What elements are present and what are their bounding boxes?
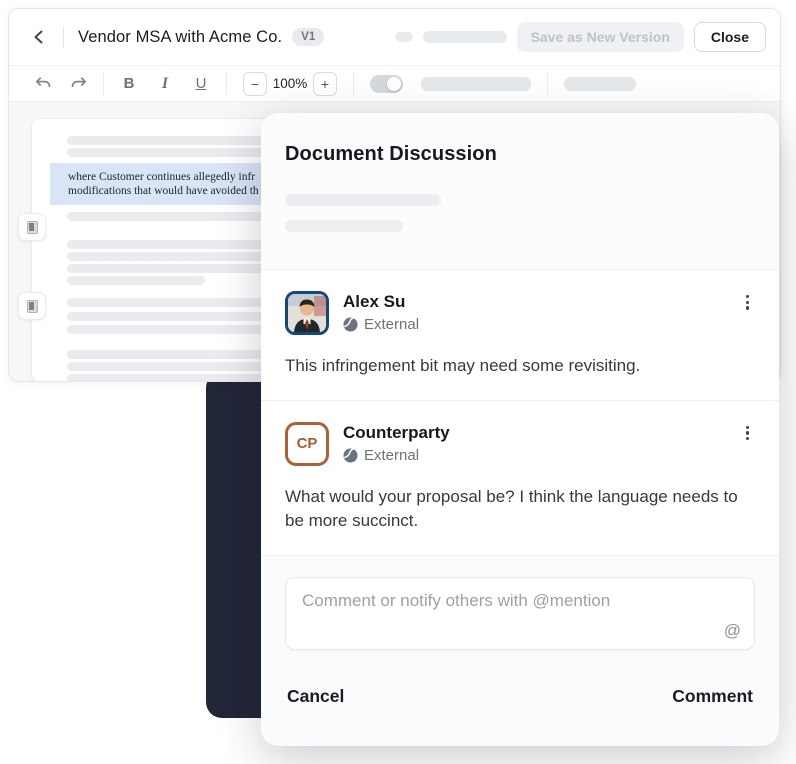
- topbar-divider: [63, 26, 64, 48]
- chevron-left-icon: [32, 30, 46, 44]
- undo-button[interactable]: [35, 77, 52, 91]
- bold-button[interactable]: B: [120, 75, 138, 92]
- discussion-panel: Document Discussion: [261, 113, 779, 746]
- comment-marker-button[interactable]: [18, 213, 46, 241]
- topbar-skeleton-small: [395, 32, 413, 42]
- save-as-new-version-button[interactable]: Save as New Version: [517, 22, 684, 52]
- comment-note-icon: [27, 221, 38, 234]
- undo-icon: [35, 77, 52, 91]
- avatar-initials: CP: [297, 435, 318, 452]
- text-skeleton-line: [67, 276, 205, 285]
- comment-marker-button[interactable]: [18, 292, 46, 320]
- topbar-skeleton-large: [423, 31, 507, 43]
- zoom-in-button[interactable]: +: [313, 72, 337, 96]
- version-badge: V1: [292, 28, 324, 46]
- comment-text: What would your proposal be? I think the…: [285, 485, 755, 534]
- toolbar-skeleton-2: [564, 77, 636, 91]
- toolbar-divider: [353, 73, 354, 95]
- zoom-out-button[interactable]: −: [243, 72, 267, 96]
- avatar-alex-su: [285, 291, 329, 335]
- comment-author: Counterparty: [343, 423, 450, 443]
- toolbar-toggle[interactable]: [370, 75, 403, 93]
- comment-text: This infringement bit may need some revi…: [285, 354, 755, 379]
- editor-topbar: Vendor MSA with Acme Co. V1 Save as New …: [9, 9, 780, 66]
- comment-composer: @: [285, 577, 755, 650]
- italic-button[interactable]: I: [156, 75, 174, 93]
- comment-composer-section: @ Cancel Comment: [261, 556, 779, 746]
- comment-author: Alex Su: [343, 292, 419, 312]
- underline-button[interactable]: U: [192, 75, 210, 92]
- comment-item: CP Counterparty External What would your…: [261, 401, 779, 556]
- avatar-counterparty: CP: [285, 422, 329, 466]
- toolbar-divider: [103, 73, 104, 95]
- header-skeleton-2: [285, 220, 403, 232]
- external-badge: External: [364, 447, 419, 464]
- document-title: Vendor MSA with Acme Co.: [78, 28, 282, 47]
- comment-item: Alex Su External This infringement bit m…: [261, 270, 779, 401]
- zoom-level: 100%: [267, 76, 313, 91]
- discussion-header: Document Discussion: [261, 113, 779, 270]
- close-button[interactable]: Close: [694, 22, 766, 52]
- comment-input[interactable]: [286, 578, 754, 649]
- comment-submit-button[interactable]: Comment: [670, 682, 755, 711]
- toolbar-divider: [547, 73, 548, 95]
- external-badge: External: [364, 316, 419, 333]
- globe-icon: [343, 448, 358, 463]
- panel-title: Document Discussion: [285, 143, 755, 166]
- comment-menu-button[interactable]: [740, 291, 755, 314]
- comment-menu-button[interactable]: [740, 422, 755, 445]
- toolbar-divider: [226, 73, 227, 95]
- comment-note-icon: [27, 300, 38, 313]
- globe-icon: [343, 317, 358, 332]
- redo-icon: [70, 77, 87, 91]
- header-skeleton-1: [285, 194, 441, 206]
- redo-button[interactable]: [70, 77, 87, 91]
- screen: Vendor MSA with Acme Co. V1 Save as New …: [0, 0, 796, 764]
- alex-su-photo: [288, 294, 326, 332]
- cancel-button[interactable]: Cancel: [285, 682, 346, 711]
- back-button[interactable]: [25, 23, 53, 51]
- toggle-knob: [387, 77, 401, 91]
- toolbar-skeleton-1: [421, 77, 531, 91]
- mention-icon[interactable]: @: [724, 621, 741, 641]
- editor-toolbar: B I U − 100% +: [9, 66, 780, 102]
